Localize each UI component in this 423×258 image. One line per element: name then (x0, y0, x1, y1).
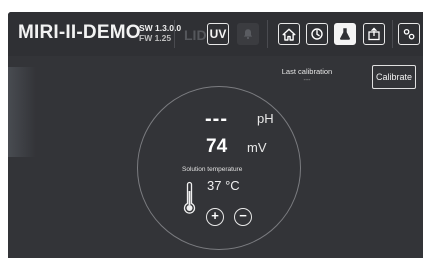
mv-unit: mV (247, 140, 267, 155)
bell-icon (243, 29, 253, 40)
power-button[interactable] (306, 23, 328, 45)
device-screen: MIRI-II-DEMO SW 1.3.0.0 FW 1.25 LID UV L… (8, 12, 423, 258)
alarm-button[interactable] (237, 23, 259, 45)
increase-temperature-button[interactable]: + (206, 208, 224, 226)
last-calibration: Last calibration --- (274, 67, 340, 84)
uv-label: UV (209, 27, 227, 41)
flask-icon (339, 28, 351, 40)
ph-unit: pH (257, 111, 274, 126)
temperature-value: 37 °C (207, 178, 240, 193)
decrease-temperature-button[interactable]: − (234, 208, 252, 226)
mv-value: 74 (206, 136, 228, 157)
device-name: MIRI-II-DEMO (18, 22, 141, 43)
calibrate-button[interactable]: Calibrate (372, 65, 416, 89)
thermometer-icon (183, 181, 196, 214)
last-calibration-value: --- (303, 77, 311, 84)
divider (174, 20, 175, 48)
lid-status: LID (184, 27, 207, 43)
power-icon (311, 28, 323, 40)
home-button[interactable] (278, 23, 300, 45)
top-bar: MIRI-II-DEMO SW 1.3.0.0 FW 1.25 LID UV (8, 12, 423, 56)
uv-button[interactable]: UV (207, 23, 229, 45)
settings-icon (403, 28, 415, 40)
export-button[interactable] (363, 23, 385, 45)
ph-value: --- (205, 108, 228, 130)
divider (392, 20, 393, 48)
settings-button[interactable] (398, 23, 420, 45)
divider (267, 20, 268, 48)
export-icon (368, 27, 380, 41)
backlight-glow (8, 67, 36, 157)
home-icon (282, 28, 296, 41)
measurement-button[interactable] (334, 23, 356, 45)
temperature-label: Solution temperature (182, 166, 243, 173)
last-calibration-label: Last calibration (281, 67, 333, 76)
